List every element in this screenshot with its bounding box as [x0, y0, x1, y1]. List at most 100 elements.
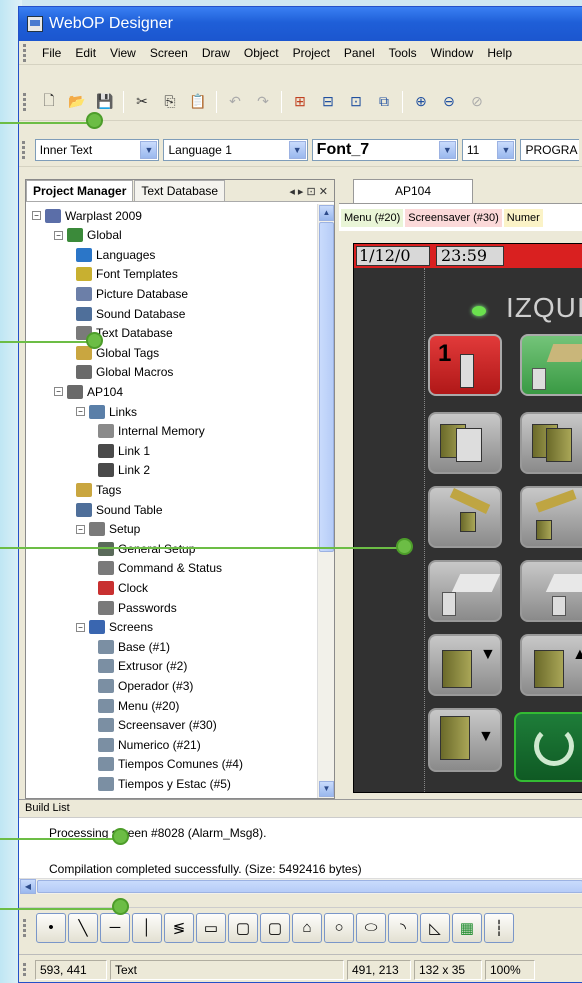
extra-select[interactable]: PROGRA [520, 138, 579, 161]
menu-edit[interactable]: Edit [68, 46, 103, 60]
panel-button-8[interactable] [520, 560, 582, 622]
scroll-thumb[interactable] [37, 880, 582, 893]
panel-controls[interactable]: ◂ ▸ ⊡ ✕ [283, 182, 334, 201]
panel-button-7[interactable] [428, 560, 502, 622]
expand-toggle-icon[interactable]: − [54, 230, 63, 240]
screen-list-icon[interactable]: ⊟ [315, 89, 341, 115]
tree-item[interactable]: Screensaver (#30) [98, 716, 217, 735]
panel-button-9[interactable]: ▼ [428, 634, 502, 696]
scroll-thumb[interactable] [319, 222, 334, 552]
redo-icon[interactable]: ↷ [250, 89, 276, 115]
panel-button-10[interactable]: ▲ [520, 634, 582, 696]
tree-item[interactable]: Languages [76, 245, 155, 264]
tree-item[interactable]: Clock [98, 578, 148, 597]
toolbar-grip-handle[interactable] [19, 908, 29, 947]
diagonal-line-tool-icon[interactable]: ╲ [68, 912, 98, 943]
panel-refresh-button[interactable] [514, 712, 582, 782]
chevron-down-icon[interactable]: ▼ [140, 140, 158, 159]
polyline-tool-icon[interactable]: ≶ [164, 912, 194, 943]
panel-time[interactable]: 23:59 [436, 246, 504, 266]
scroll-left-icon[interactable]: ◀ [20, 879, 36, 894]
tree-scrollbar[interactable]: ▲ ▼ [317, 204, 334, 798]
font-select[interactable]: Font_7 ▼ [311, 138, 458, 161]
tree-item[interactable]: Font Templates [76, 265, 178, 284]
menu-tools[interactable]: Tools [382, 46, 424, 60]
rectangle-tool-icon[interactable]: ▭ [196, 912, 226, 943]
zoom-reset-icon[interactable]: ⊘ [464, 89, 490, 115]
tree-item[interactable]: Link 2 [98, 461, 150, 480]
tree-item[interactable]: Sound Database [76, 304, 185, 323]
horizontal-line-tool-icon[interactable]: ─ [100, 912, 130, 943]
expand-toggle-icon[interactable]: − [54, 387, 63, 397]
build-list-scrollbar[interactable]: ◀ [19, 878, 582, 894]
panel-label[interactable]: IZQUIE [506, 292, 582, 324]
tree-item[interactable]: − Screens [76, 618, 153, 637]
save-icon[interactable]: 💾 [92, 89, 118, 115]
menu-panel[interactable]: Panel [337, 46, 382, 60]
pie-tool-icon[interactable]: ◺ [420, 912, 450, 943]
tree-item[interactable]: − AP104 [54, 382, 123, 401]
zoom-out-icon[interactable]: ⊖ [436, 89, 462, 115]
tree-item[interactable]: Operador (#3) [98, 676, 193, 695]
panel-button-5[interactable] [428, 486, 502, 548]
toolbar-grip-handle[interactable] [19, 83, 29, 120]
undo-icon[interactable]: ↶ [222, 89, 248, 115]
tree-item[interactable]: Tiempos Comunes (#4) [98, 755, 243, 774]
panel-button-11[interactable]: ▼ [428, 708, 502, 772]
tree-item[interactable]: Picture Database [76, 284, 188, 303]
menubar-grip-handle[interactable] [19, 41, 29, 64]
tree-item[interactable]: Internal Memory [98, 422, 205, 441]
paste-icon[interactable]: 📋 [185, 89, 211, 115]
screen-properties-icon[interactable]: ⊡ [343, 89, 369, 115]
tree-item[interactable]: − Links [76, 402, 137, 421]
panel-button-4[interactable] [520, 412, 582, 474]
menu-window[interactable]: Window [424, 46, 481, 60]
tab-text-database[interactable]: Text Database [134, 180, 226, 201]
vertical-line-tool-icon[interactable]: │ [132, 912, 162, 943]
tree-item[interactable]: Command & Status [98, 559, 222, 578]
new-screen-icon[interactable]: ⊞ [287, 89, 313, 115]
tree-item[interactable]: Tiempos y Estac (#5) [98, 774, 231, 793]
polygon-tool-icon[interactable]: ⌂ [292, 912, 322, 943]
scroll-down-icon[interactable]: ▼ [319, 781, 334, 797]
rounded-rectangle-tool-icon[interactable]: ▢ [228, 912, 258, 943]
chevron-down-icon[interactable]: ▼ [497, 140, 515, 159]
screen-tab[interactable]: Menu (#20) [341, 208, 404, 227]
tree-item[interactable]: − Warplast 2009 [32, 206, 142, 225]
screen-template-icon[interactable]: ⧉ [371, 89, 397, 115]
open-folder-icon[interactable]: 📂 [64, 89, 90, 115]
menu-object[interactable]: Object [237, 46, 286, 60]
menu-screen[interactable]: Screen [143, 46, 195, 60]
copy-icon[interactable]: ⎘ [157, 89, 183, 115]
expand-toggle-icon[interactable]: − [76, 524, 85, 534]
zoom-in-icon[interactable]: ⊕ [408, 89, 434, 115]
panel-button-3[interactable] [428, 412, 502, 474]
rounded-square-tool-icon[interactable]: ▢ [260, 912, 290, 943]
cut-icon[interactable]: ✂ [129, 89, 155, 115]
expand-toggle-icon[interactable]: − [76, 622, 85, 632]
menu-draw[interactable]: Draw [195, 46, 237, 60]
grid-tool-icon[interactable]: ▦ [452, 912, 482, 943]
menu-file[interactable]: File [35, 46, 68, 60]
circle-tool-icon[interactable]: ○ [324, 912, 354, 943]
chevron-down-icon[interactable]: ▼ [288, 140, 306, 159]
menu-help[interactable]: Help [480, 46, 519, 60]
tree-item[interactable]: Base (#1) [98, 637, 170, 656]
tree-item[interactable]: Menu (#20) [98, 696, 179, 715]
scroll-up-icon[interactable]: ▲ [319, 205, 334, 221]
tree-item[interactable]: Numerico (#21) [98, 735, 201, 754]
menu-project[interactable]: Project [286, 46, 337, 60]
field-select[interactable]: Inner Text ▼ [34, 138, 160, 161]
tree-item[interactable]: Tags [76, 480, 121, 499]
tree-item[interactable]: Link 1 [98, 441, 150, 460]
panel-button-2[interactable] [520, 334, 582, 396]
expand-toggle-icon[interactable]: − [32, 211, 41, 220]
expand-toggle-icon[interactable]: − [76, 407, 85, 416]
tree-item[interactable]: Global Macros [76, 363, 173, 382]
tree-item[interactable]: − Setup [76, 520, 140, 539]
tab-project-manager[interactable]: Project Manager [26, 180, 134, 201]
tree-item[interactable]: Passwords [98, 598, 177, 617]
arc-tool-icon[interactable]: ◝ [388, 912, 418, 943]
panel-date[interactable]: 1/12/0 [356, 246, 430, 266]
ellipse-tool-icon[interactable]: ⬭ [356, 912, 386, 943]
